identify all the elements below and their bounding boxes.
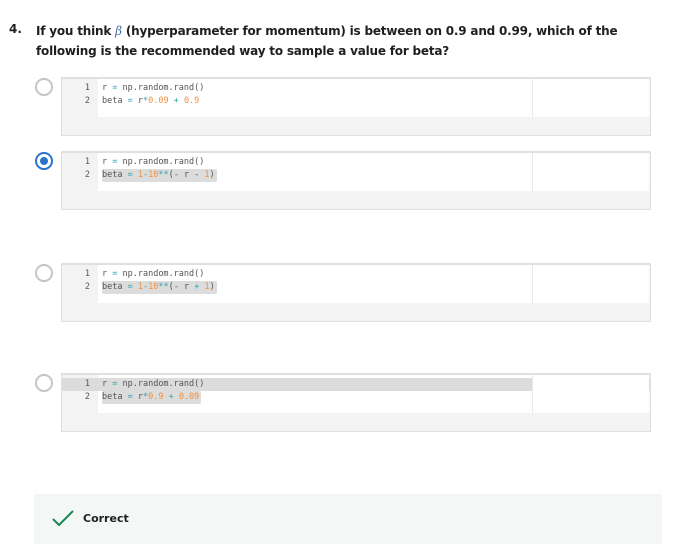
radio-button[interactable] [35, 78, 53, 96]
code-token-default: r [102, 269, 113, 279]
answer-option[interactable]: 1 r = np.random.rand() 2 beta = r*0.9 + 0.0… [0, 373, 679, 433]
question-number: 4. [9, 22, 22, 36]
code-line: 2 beta = 1-10**(- r + 1) [62, 281, 532, 294]
code-token-default: ) [209, 282, 215, 292]
beta-symbol: β [115, 24, 122, 38]
code-editor[interactable]: 1 r = np.random.rand() 2 beta = 1-10**(- r … [62, 265, 532, 303]
code-block: 1 r = np.random.rand() 2 beta = 1-10**(- r … [61, 151, 651, 210]
code-text: beta = 1-10**(- r + 1) [102, 281, 217, 294]
feedback-label: Correct [83, 512, 129, 525]
code-line: 2 beta = 1-10**(- r - 1) [62, 169, 532, 182]
code-block: 1 r = np.random.rand() 2 beta = r*0.9 + 0.0… [61, 373, 651, 432]
code-token-operator: ** [158, 282, 169, 292]
line-number: 1 [62, 378, 90, 391]
answer-option[interactable]: 1 r = np.random.rand() 2 beta = r*0.09 + 0.… [0, 77, 679, 137]
code-token-number: 0.09 [178, 392, 200, 402]
output-panel [532, 79, 649, 117]
answer-option[interactable]: 1 r = np.random.rand() 2 beta = 1-10**(- r … [0, 151, 679, 211]
line-number-text: 1 [84, 269, 90, 279]
code-token-default: r [102, 83, 113, 93]
line-number: 1 [62, 156, 90, 169]
code-token-default: (- r [168, 282, 195, 292]
code-editor[interactable]: 1 r = np.random.rand() 2 beta = 1-10**(- r … [62, 153, 532, 191]
question-text-start: If you think [36, 24, 116, 38]
code-token-default: beta [102, 170, 128, 180]
line-number-text: 2 [84, 282, 90, 292]
code-block: 1 r = np.random.rand() 2 beta = r*0.09 + 0.… [61, 77, 651, 136]
feedback-panel: Correct [34, 494, 662, 544]
line-number-text: 1 [84, 379, 90, 389]
checkmark-icon [52, 510, 74, 526]
code-block: 1 r = np.random.rand() 2 beta = 1-10**(- r … [61, 263, 651, 322]
code-line: 2 beta = r*0.09 + 0.9 [62, 95, 532, 108]
code-token-operator: + [163, 392, 179, 402]
code-token-operator: ** [158, 170, 169, 180]
line-number-text: 2 [84, 170, 90, 180]
code-text: beta = 1-10**(- r - 1) [102, 169, 217, 182]
code-text: beta = r*0.09 + 0.9 [102, 95, 201, 108]
code-token-default: r [102, 379, 113, 389]
code-text: r = np.random.rand() [102, 156, 206, 169]
code-editor[interactable]: 1 r = np.random.rand() 2 beta = r*0.09 + 0.… [62, 79, 532, 117]
code-token-number: 10 [148, 282, 159, 292]
code-token-default: np.random.rand() [117, 157, 205, 167]
answer-option[interactable]: 1 r = np.random.rand() 2 beta = 1-10**(- r … [0, 263, 679, 323]
code-line: 1 r = np.random.rand() [62, 156, 532, 169]
radio-button-selected[interactable] [35, 152, 53, 170]
line-number: 1 [62, 268, 90, 281]
code-text: r = np.random.rand() [102, 268, 206, 281]
line-number: 1 [62, 82, 90, 95]
line-number-text: 1 [84, 83, 90, 93]
code-token-default: np.random.rand() [117, 269, 205, 279]
code-token-default: np.random.rand() [117, 379, 205, 389]
code-line: 1 r = np.random.rand() [62, 268, 532, 281]
code-token-default: ) [209, 170, 215, 180]
code-token-default: r [132, 96, 143, 106]
output-panel [532, 265, 649, 303]
code-token-default: (- r - [168, 170, 205, 180]
code-token-number: 0.9 [183, 96, 200, 106]
code-token-default: r [132, 392, 143, 402]
output-panel [532, 153, 649, 191]
code-token-number: 0.09 [148, 96, 169, 106]
code-text: r = np.random.rand() [102, 82, 206, 95]
code-editor[interactable]: 1 r = np.random.rand() 2 beta = r*0.9 + 0.0… [62, 375, 650, 413]
code-line: 1 r = np.random.rand() [62, 82, 532, 95]
output-panel [532, 375, 649, 413]
line-number-text: 1 [84, 157, 90, 167]
code-token-number: 0.9 [148, 392, 164, 402]
code-token-default: np.random.rand() [117, 83, 205, 93]
code-text: r = np.random.rand() [102, 378, 206, 391]
question-text-end: (hyperparameter for momentum) is between… [36, 24, 618, 58]
code-token-operator: + [168, 96, 184, 106]
code-token-default: r [102, 157, 113, 167]
code-token-default: beta [102, 282, 128, 292]
code-line: 2 beta = r*0.9 + 0.09 [62, 391, 532, 404]
question-text: If you think β (hyperparameter for momen… [36, 21, 666, 61]
radio-button[interactable] [35, 374, 53, 392]
line-number-text: 2 [84, 96, 90, 106]
code-token-number: 10 [148, 170, 159, 180]
code-token-default: beta [102, 96, 128, 106]
code-token-default: beta [102, 392, 128, 402]
line-number-text: 2 [84, 392, 90, 402]
radio-button[interactable] [35, 264, 53, 282]
code-text: beta = r*0.9 + 0.09 [102, 391, 202, 404]
